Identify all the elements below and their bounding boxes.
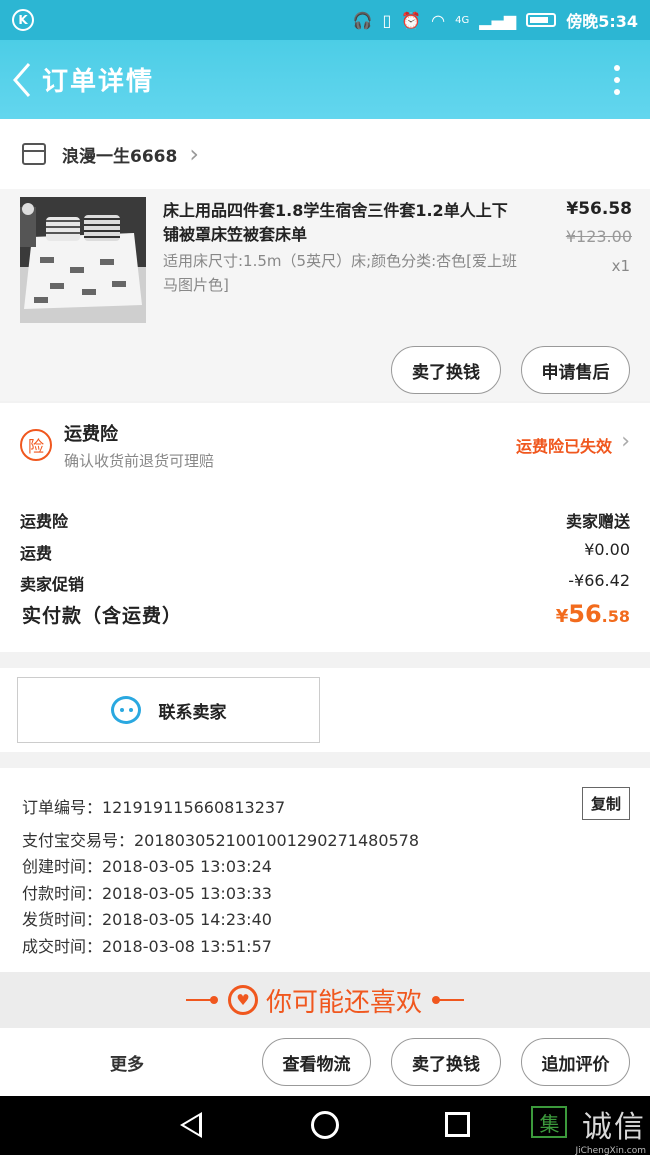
created-time: 创建时间：2018-03-05 13:03:24	[22, 857, 272, 876]
heart-icon: ♥	[227, 985, 258, 1015]
product-original-price: ¥123.00	[565, 227, 632, 246]
shipped-time: 发货时间：2018-03-05 14:23:40	[22, 910, 272, 929]
resell-button[interactable]: 卖了换钱	[391, 1038, 501, 1086]
nav-back-icon[interactable]	[180, 1112, 202, 1138]
status-bar: K 🎧 ▯ ⏰ ◠ 4G ▂▄▆ 傍晚5:34	[0, 0, 650, 40]
cost-row: 运费险 卖家赠送	[20, 508, 630, 532]
contact-seller-label: 联系卖家	[158, 702, 227, 723]
status-time: 傍晚5:34	[566, 12, 638, 31]
watermark-text: 诚信	[582, 1110, 646, 1145]
network-label: 4G	[455, 14, 470, 26]
headset-icon: 🎧	[352, 10, 373, 30]
app-notification-icon: K	[12, 9, 34, 31]
paid-time: 付款时间：2018-03-05 13:03:33	[22, 884, 272, 903]
vibrate-icon: ▯	[382, 10, 392, 30]
page-title: 订单详情	[42, 67, 155, 97]
cost-value: ¥0.00	[584, 540, 630, 559]
resell-button[interactable]: 卖了换钱	[391, 346, 501, 394]
order-info: 订单编号：121919115660813237 支付宝交易号：201803052…	[0, 768, 650, 972]
status-icons: 🎧 ▯ ⏰ ◠ 4G ▂▄▆ 傍晚5:34	[353, 8, 638, 32]
product-thumbnail[interactable]	[20, 197, 146, 323]
product-title[interactable]: 床上用品四件套1.8学生宿舍三件套1.2单人上下铺被罩床笠被套床单	[163, 199, 523, 247]
product-quantity: x1	[611, 257, 630, 275]
cost-label: 运费险	[20, 512, 69, 531]
shop-row[interactable]: 浪漫一生6668 ›	[0, 119, 650, 189]
cost-label: 运费	[20, 544, 53, 563]
view-logistics-button[interactable]: 查看物流	[262, 1038, 371, 1086]
chevron-right-icon: ›	[621, 429, 630, 454]
add-review-button[interactable]: 追加评价	[521, 1038, 630, 1086]
signal-icon: ▂▄▆	[479, 10, 517, 30]
cost-row: 卖家促销 -¥66.42	[20, 571, 630, 595]
cost-value: -¥66.42	[568, 571, 630, 590]
total-integer: 56	[568, 600, 602, 628]
total-label: 实付款（含运费）	[22, 605, 183, 627]
header: 订单详情	[0, 40, 650, 119]
more-icon[interactable]	[614, 64, 620, 95]
chevron-right-icon: ›	[189, 140, 199, 168]
nav-recent-icon[interactable]	[445, 1112, 470, 1137]
watermark-mark: 集	[531, 1106, 568, 1138]
back-icon[interactable]	[2, 40, 42, 119]
shop-icon	[22, 143, 46, 165]
shop-name: 浪漫一生6668	[62, 146, 178, 167]
bottom-action-bar: 更多 查看物流 卖了换钱 追加评价	[0, 1028, 650, 1096]
total-currency: ¥	[555, 606, 569, 627]
copy-button[interactable]: 复制	[582, 787, 630, 820]
decor-line	[185, 996, 218, 1004]
total-decimal: .58	[601, 607, 630, 626]
product-card[interactable]: 床上用品四件套1.8学生宿舍三件套1.2单人上下铺被罩床笠被套床单 适用床尺寸:…	[0, 189, 650, 401]
contact-seller-button[interactable]: 联系卖家	[17, 677, 320, 743]
watermark-url: JiChengXin.com	[575, 1146, 646, 1155]
alipay-trade-number: 支付宝交易号：2018030521001001290271480578	[22, 831, 420, 850]
product-spec: 适用床尺寸:1.5m（5英尺）床;颜色分类:杏色[爱上班马图片色]	[163, 252, 518, 294]
wifi-icon: ◠	[431, 10, 446, 30]
insurance-row[interactable]: 险 运费险 确认收货前退货可理赔 运费险已失效 ›	[0, 403, 650, 488]
nav-home-icon[interactable]	[311, 1111, 339, 1139]
cost-label: 卖家促销	[20, 575, 85, 594]
insurance-status: 运费险已失效	[515, 437, 612, 456]
contact-section: 联系卖家	[0, 668, 650, 752]
decor-line	[432, 996, 464, 1004]
insurance-title: 运费险	[64, 424, 118, 445]
recommend-banner: ♥ 你可能还喜欢	[0, 972, 650, 1028]
alarm-icon: ⏰	[401, 10, 422, 30]
watermark: 集 诚信 JiChengXin.com	[531, 1102, 646, 1155]
chat-icon	[110, 696, 141, 724]
order-number: 订单编号：121919115660813237	[22, 798, 286, 817]
after-sale-button[interactable]: 申请售后	[521, 346, 630, 394]
battery-icon	[526, 13, 557, 27]
insurance-icon: 险	[20, 429, 52, 461]
total-row: 实付款（含运费） ¥56.58	[22, 600, 630, 628]
total-value: ¥56.58	[556, 600, 630, 628]
recommend-title: 你可能还喜欢	[265, 987, 422, 1018]
insurance-subtitle: 确认收货前退货可理赔	[64, 452, 215, 470]
cost-value: 卖家赠送	[565, 512, 630, 531]
cost-summary: 运费险 卖家赠送 运费 ¥0.00 卖家促销 -¥66.42 实付款（含运费） …	[0, 488, 650, 652]
more-link[interactable]: 更多	[110, 1050, 144, 1075]
completed-time: 成交时间：2018-03-08 13:51:57	[22, 937, 272, 956]
cost-row: 运费 ¥0.00	[20, 540, 630, 564]
system-nav-bar: 集 诚信 JiChengXin.com	[0, 1096, 650, 1155]
product-price: ¥56.58	[566, 199, 632, 219]
